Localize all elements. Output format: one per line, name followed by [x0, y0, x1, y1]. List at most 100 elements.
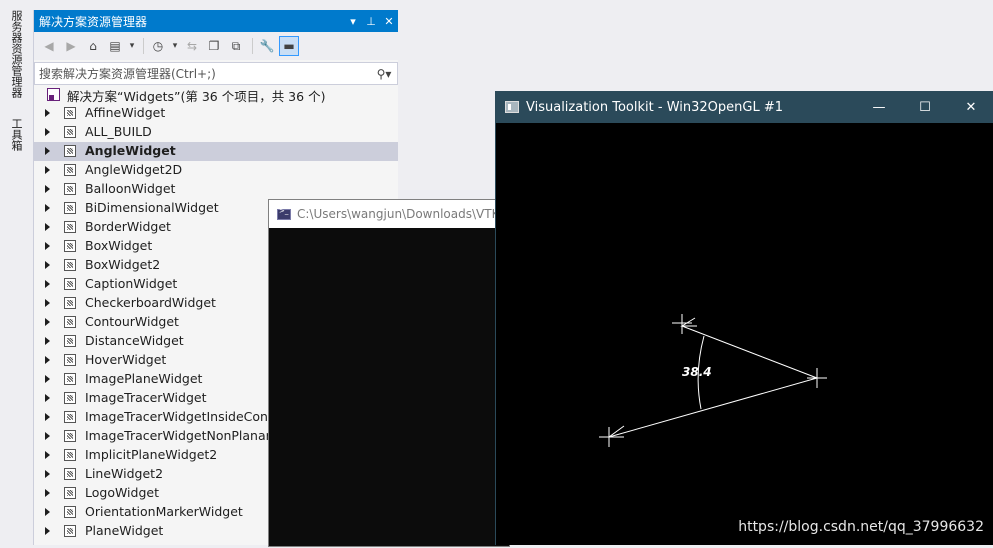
project-label: HoverWidget [85, 352, 167, 367]
expand-arrow-icon[interactable] [43, 294, 53, 313]
project-label: CaptionWidget [85, 276, 178, 291]
expand-arrow-icon[interactable] [43, 161, 53, 180]
project-label: AngleWidget2D [85, 162, 183, 177]
project-label: ImageTracerWidget [85, 390, 207, 405]
close-icon[interactable]: ✕ [380, 15, 398, 28]
expand-arrow-icon[interactable] [43, 446, 53, 465]
project-label: PlaneWidget [85, 523, 164, 538]
sync-icon[interactable]: ⇆ [182, 36, 202, 56]
expand-arrow-icon[interactable] [43, 351, 53, 370]
project-label: ImageTracerWidgetNonPlanar [85, 428, 271, 443]
expand-arrow-icon[interactable] [43, 237, 53, 256]
solution-node[interactable]: 解决方案“Widgets”(第 36 个项目，共 36 个) [34, 85, 398, 104]
handle-point-2[interactable] [599, 427, 619, 447]
pending-changes-filter-icon[interactable]: ◷ [148, 36, 168, 56]
handle-point-1[interactable] [672, 314, 692, 334]
search-input[interactable]: 搜索解决方案资源管理器(Ctrl+;) [35, 65, 371, 82]
cpp-project-icon [64, 240, 76, 252]
close-icon[interactable]: ✕ [948, 91, 993, 123]
project-node[interactable]: BalloonWidget [34, 180, 398, 199]
forward-icon[interactable]: ▶ [61, 36, 81, 56]
back-icon[interactable]: ◀ [39, 36, 59, 56]
expand-arrow-icon[interactable] [43, 389, 53, 408]
toolbox-tab[interactable]: 工具箱 [9, 118, 23, 151]
cpp-project-icon [64, 202, 76, 214]
project-label: BalloonWidget [85, 181, 176, 196]
expand-arrow-icon[interactable] [43, 427, 53, 446]
dropdown-icon[interactable]: ▾ [344, 15, 362, 28]
console-window[interactable]: C:\Users\wangjun\Downloads\VTK [268, 199, 510, 547]
cpp-project-icon [64, 259, 76, 271]
project-label: CheckerboardWidget [85, 295, 216, 310]
home-icon[interactable]: ⌂ [83, 36, 103, 56]
handle-center[interactable] [807, 368, 827, 388]
expand-arrow-icon[interactable] [43, 484, 53, 503]
angle-value-label: 38.4 [682, 365, 712, 379]
expand-arrow-icon[interactable] [43, 408, 53, 427]
cpp-project-icon [64, 126, 76, 138]
preview-selected-items-icon[interactable]: ▬ [279, 36, 299, 56]
project-label: BiDimensionalWidget [85, 200, 219, 215]
expand-arrow-icon[interactable] [43, 332, 53, 351]
project-label: LineWidget2 [85, 466, 164, 481]
project-label: DistanceWidget [85, 333, 184, 348]
cpp-project-icon [64, 278, 76, 290]
solution-search-box[interactable]: 搜索解决方案资源管理器(Ctrl+;) ⚲▾ [34, 62, 398, 85]
expand-arrow-icon[interactable] [43, 180, 53, 199]
expand-arrow-icon[interactable] [43, 465, 53, 484]
cpp-project-icon [64, 392, 76, 404]
expand-arrow-icon[interactable] [43, 218, 53, 237]
switch-views-icon[interactable]: ▤ [105, 36, 125, 56]
chevron-down-icon[interactable]: ▾ [127, 36, 137, 56]
project-node[interactable]: ALL_BUILD [34, 123, 398, 142]
cpp-project-icon [64, 297, 76, 309]
expand-arrow-icon[interactable] [43, 522, 53, 541]
solution-label: 解决方案“Widgets”(第 36 个项目，共 36 个) [67, 89, 326, 104]
window-icon [505, 101, 519, 113]
project-node[interactable]: AngleWidget [34, 142, 398, 161]
expand-arrow-icon[interactable] [43, 275, 53, 294]
project-label: ContourWidget [85, 314, 179, 329]
cpp-project-icon [64, 145, 76, 157]
cpp-project-icon [64, 525, 76, 537]
search-icon[interactable]: ⚲▾ [371, 67, 397, 81]
angle-widget[interactable]: 38.4 [496, 123, 993, 545]
vtk-render-window[interactable]: Visualization Toolkit - Win32OpenGL #1 —… [495, 91, 993, 545]
collapse-all-icon[interactable]: ❐ [204, 36, 224, 56]
project-label: ImagePlaneWidget [85, 371, 203, 386]
vtk-titlebar[interactable]: Visualization Toolkit - Win32OpenGL #1 —… [496, 91, 993, 123]
cpp-project-icon [64, 373, 76, 385]
toolbar-divider [143, 38, 144, 54]
project-node[interactable]: AffineWidget [34, 104, 398, 123]
expand-arrow-icon[interactable] [43, 313, 53, 332]
pin-icon[interactable]: ⊥ [362, 15, 380, 28]
properties-wrench-icon[interactable]: 🔧 [257, 36, 277, 56]
render-canvas[interactable]: 38.4 https://blog.csdn.net/qq_37996632 [496, 123, 993, 545]
minimize-icon[interactable]: — [856, 91, 902, 123]
maximize-icon[interactable]: ☐ [902, 91, 948, 123]
project-label: ImplicitPlaneWidget2 [85, 447, 218, 462]
chevron-down-icon[interactable]: ▾ [170, 36, 180, 56]
server-explorer-tab[interactable]: 服务器资源管理器 [9, 10, 23, 98]
expand-arrow-icon[interactable] [43, 142, 53, 161]
expand-arrow-icon[interactable] [43, 256, 53, 275]
show-all-files-icon[interactable]: ⧉ [226, 36, 246, 56]
expand-arrow-icon[interactable] [43, 104, 53, 123]
vtk-window-title: Visualization Toolkit - Win32OpenGL #1 [526, 99, 783, 115]
expand-arrow-icon[interactable] [43, 370, 53, 389]
project-node[interactable]: AngleWidget2D [34, 161, 398, 180]
console-title: C:\Users\wangjun\Downloads\VTK [297, 207, 500, 221]
project-label: BoxWidget2 [85, 257, 161, 272]
cpp-project-icon [64, 411, 76, 423]
expand-arrow-icon[interactable] [43, 503, 53, 522]
cpp-project-icon [64, 468, 76, 480]
project-label: ImageTracerWidgetInsideContour [85, 409, 294, 424]
console-titlebar[interactable]: C:\Users\wangjun\Downloads\VTK [269, 200, 509, 228]
solution-explorer-toolbar: ◀ ▶ ⌂ ▤ ▾ ◷ ▾ ⇆ ❐ ⧉ 🔧 ▬ [34, 32, 398, 60]
angle-ray-2 [608, 377, 818, 438]
console-icon [277, 207, 291, 220]
expand-arrow-icon[interactable] [43, 199, 53, 218]
project-label: BoxWidget [85, 238, 153, 253]
watermark-text: https://blog.csdn.net/qq_37996632 [738, 519, 984, 535]
expand-arrow-icon[interactable] [43, 123, 53, 142]
